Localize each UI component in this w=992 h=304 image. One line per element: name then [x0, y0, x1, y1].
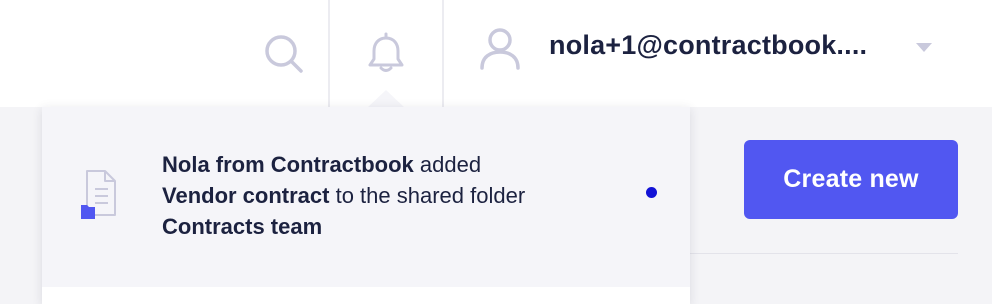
notification-item[interactable]: Nola from Contractbook added Vendor contr…	[42, 107, 690, 287]
search-icon	[265, 34, 303, 73]
create-new-button[interactable]: Create new	[744, 140, 958, 219]
top-header: nola+1@contractbook....	[0, 0, 992, 107]
notification-document: Vendor contract	[162, 183, 330, 208]
search-button[interactable]	[240, 0, 328, 107]
notification-verb: added	[413, 152, 482, 177]
content-divider	[690, 253, 958, 254]
folder-icon	[81, 205, 95, 219]
user-email: nola+1@contractbook....	[549, 30, 868, 60]
unread-indicator	[646, 187, 657, 198]
notification-message: Nola from Contractbook added Vendor contr…	[162, 149, 632, 242]
user-avatar-icon	[480, 28, 520, 70]
notification-folder: Contracts team	[162, 214, 323, 239]
dropdown-pointer	[368, 90, 404, 107]
notification-phrase: to the shared folder	[329, 183, 526, 208]
chevron-down-icon[interactable]	[916, 43, 932, 53]
bell-icon	[368, 32, 404, 72]
notification-actor: Nola from Contractbook	[162, 152, 414, 177]
user-menu[interactable]: nola+1@contractbook....	[444, 0, 992, 107]
notifications-dropdown: Nola from Contractbook added Vendor contr…	[42, 107, 690, 304]
app-screen: nola+1@contractbook.... Create new Nola …	[0, 0, 992, 304]
shared-document-icon	[81, 170, 116, 219]
